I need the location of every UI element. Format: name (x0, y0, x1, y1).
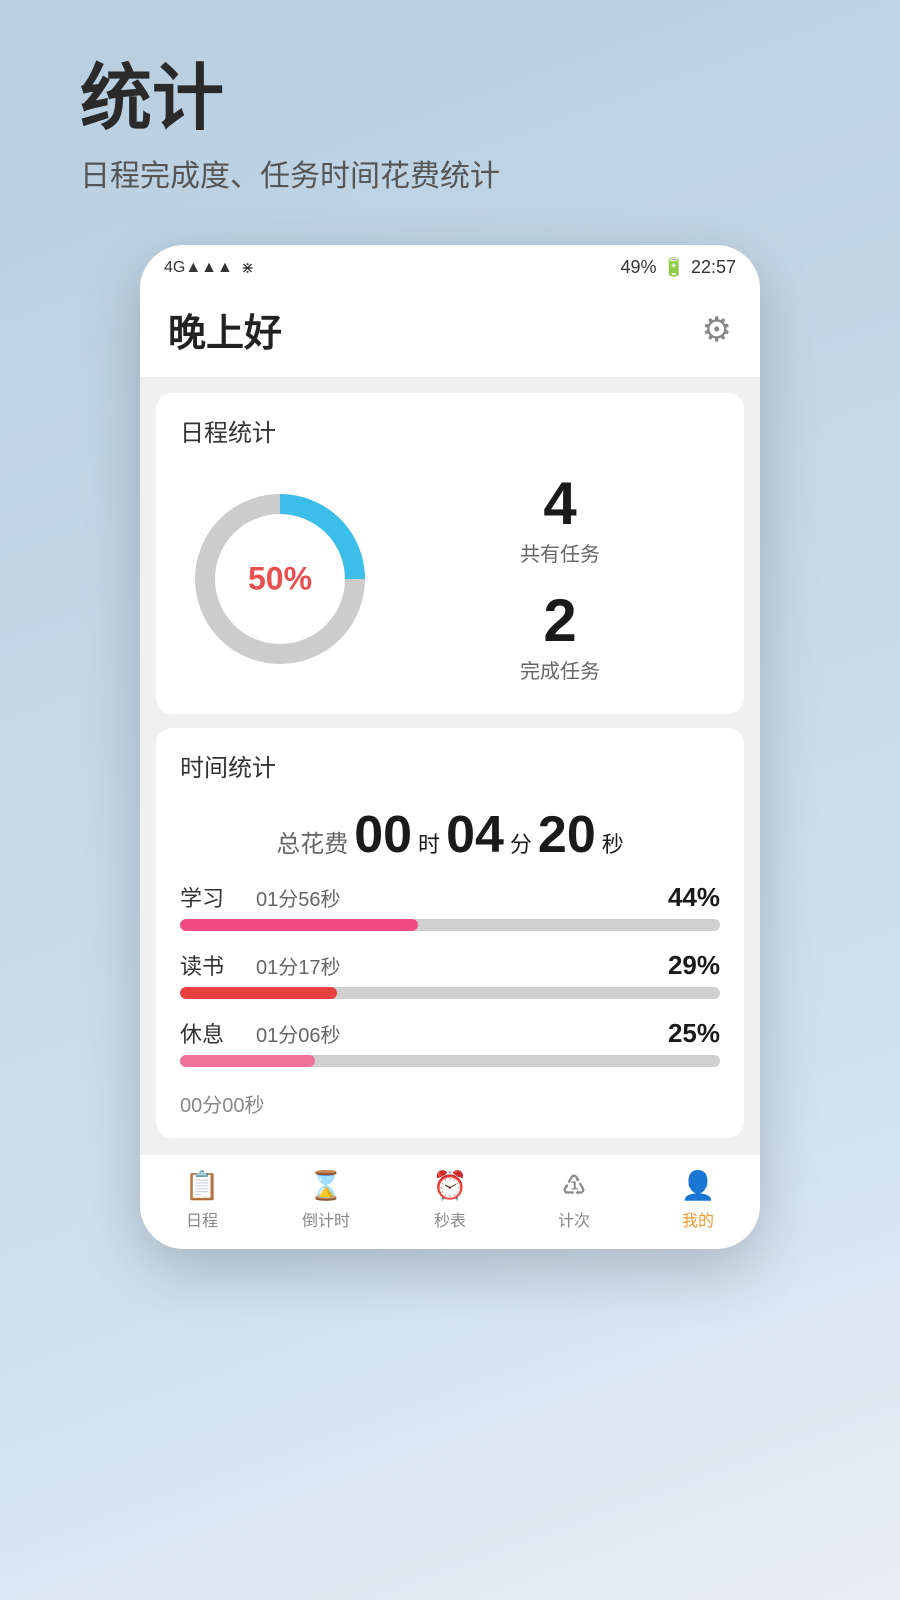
progress-row-1: 读书 01分17秒 29% (180, 949, 720, 999)
hours-unit: 时 (418, 827, 440, 859)
battery-icon: 🔋 (663, 257, 685, 278)
stopwatch-nav-label: 秒表 (434, 1207, 466, 1231)
nav-item-stopwatch[interactable]: ⏰ 秒表 (388, 1169, 512, 1231)
nav-item-mine[interactable]: 👤 我的 (636, 1169, 760, 1231)
schedule-nav-label: 日程 (186, 1207, 218, 1231)
schedule-card-title: 日程统计 (180, 413, 720, 448)
done-tasks-stat: 2 完成任务 (520, 591, 600, 684)
scroll-content: 日程统计 50% (140, 377, 760, 1154)
page-subtitle: 日程完成度、任务时间花费统计 (80, 151, 820, 195)
progress-bar-bg-2 (180, 1055, 720, 1067)
stopwatch-nav-icon: ⏰ (433, 1169, 468, 1202)
battery-level: 49% (621, 257, 657, 278)
nav-item-schedule[interactable]: 📋 日程 (140, 1169, 264, 1231)
status-bar: 4G▲▲▲ ⋇ 49% 🔋 22:57 (140, 245, 760, 286)
minutes-value: 04 (446, 809, 504, 861)
total-tasks-stat: 4 共有任务 (520, 474, 600, 567)
progress-bar-fill-0 (180, 919, 418, 931)
progress-row-2: 休息 01分06秒 25% (180, 1017, 720, 1067)
greeting-text: 晚上好 (168, 302, 282, 357)
app-header: 晚上好 ⚙ (140, 286, 760, 377)
progress-items: 学习 01分56秒 44% 读书 01分17秒 29% (180, 881, 720, 1118)
schedule-nav-icon: 📋 (185, 1169, 220, 1202)
progress-name-1: 读书 (180, 949, 240, 981)
countdown-nav-label: 倒计时 (302, 1207, 350, 1231)
schedule-card: 日程统计 50% (156, 393, 744, 714)
time-total: 总花费 00 时 04 分 20 秒 (180, 799, 720, 881)
progress-time-1: 01分17秒 (240, 951, 668, 980)
minutes-unit: 分 (510, 827, 532, 859)
progress-name-0: 学习 (180, 881, 240, 913)
schedule-stats: 4 共有任务 2 完成任务 (380, 474, 720, 684)
progress-time-0: 01分56秒 (240, 883, 668, 912)
progress-row-partial: 00分00秒 (180, 1085, 720, 1118)
progress-pct-0: 44% (668, 882, 720, 913)
total-label: 总花费 (276, 824, 348, 859)
signal-icon: 4G▲▲▲ (164, 259, 233, 277)
donut-chart: 50% (180, 479, 380, 679)
nav-item-counter[interactable]: ♳ 计次 (512, 1169, 636, 1231)
progress-header-1: 读书 01分17秒 29% (180, 949, 720, 981)
progress-header-0: 学习 01分56秒 44% (180, 881, 720, 913)
counter-nav-icon: ♳ (561, 1169, 586, 1202)
progress-row-0: 学习 01分56秒 44% (180, 881, 720, 931)
progress-time-2: 01分06秒 (240, 1019, 668, 1048)
seconds-unit: 秒 (602, 827, 624, 859)
page-title: 统计 (80, 60, 820, 139)
clock: 22:57 (691, 257, 736, 278)
partial-text: 00分00秒 (180, 1089, 265, 1118)
seconds-value: 20 (538, 809, 596, 861)
hours-value: 00 (354, 809, 412, 861)
mine-nav-label: 我的 (682, 1207, 714, 1231)
progress-header-2: 休息 01分06秒 25% (180, 1017, 720, 1049)
bottom-nav: 📋 日程 ⌛ 倒计时 ⏰ 秒表 ♳ 计次 👤 我的 (140, 1154, 760, 1249)
progress-bar-bg-1 (180, 987, 720, 999)
status-left: 4G▲▲▲ ⋇ (164, 258, 254, 278)
schedule-content: 50% 4 共有任务 2 完成任务 (180, 464, 720, 694)
donut-percent: 50% (248, 561, 312, 597)
progress-bar-bg-0 (180, 919, 720, 931)
wifi-icon: ⋇ (241, 258, 254, 278)
progress-bar-fill-1 (180, 987, 337, 999)
countdown-nav-icon: ⌛ (309, 1169, 344, 1202)
done-tasks-number: 2 (520, 591, 600, 651)
done-tasks-label: 完成任务 (520, 655, 600, 684)
progress-pct-2: 25% (668, 1018, 720, 1049)
total-tasks-number: 4 (520, 474, 600, 534)
nav-item-countdown[interactable]: ⌛ 倒计时 (264, 1169, 388, 1231)
total-tasks-label: 共有任务 (520, 538, 600, 567)
mine-nav-icon: 👤 (681, 1169, 716, 1202)
progress-pct-1: 29% (668, 950, 720, 981)
settings-icon[interactable]: ⚙ (702, 310, 732, 350)
phone-mockup: 4G▲▲▲ ⋇ 49% 🔋 22:57 晚上好 ⚙ 日程统计 (140, 245, 760, 1249)
progress-bar-fill-2 (180, 1055, 315, 1067)
counter-nav-label: 计次 (558, 1207, 590, 1231)
donut-center: 50% (248, 561, 312, 598)
time-card: 时间统计 总花费 00 时 04 分 20 秒 学习 01分56秒 44% (156, 728, 744, 1138)
status-right: 49% 🔋 22:57 (621, 257, 737, 278)
progress-name-2: 休息 (180, 1017, 240, 1049)
time-card-title: 时间统计 (180, 748, 720, 783)
page-header: 统计 日程完成度、任务时间花费统计 (0, 0, 900, 225)
